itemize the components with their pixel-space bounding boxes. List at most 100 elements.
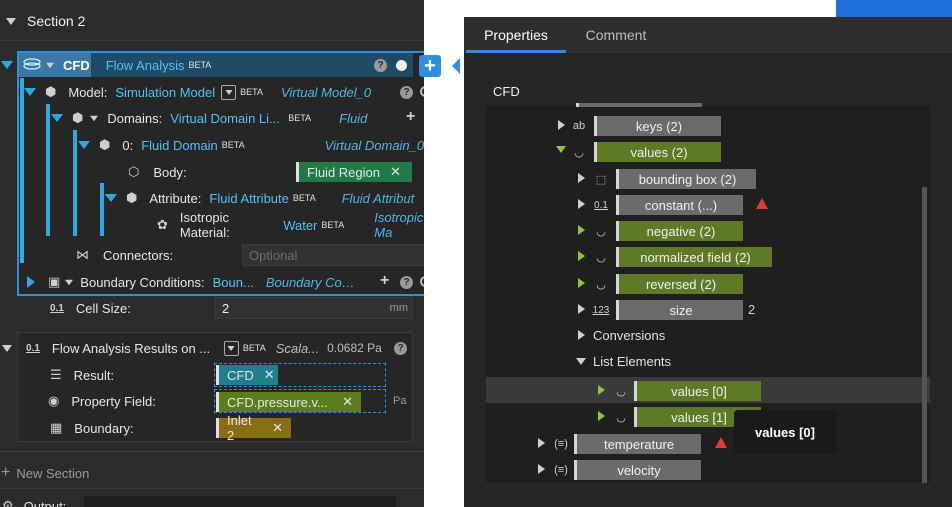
tree-item-reversed[interactable]: reversed (2)	[616, 274, 743, 294]
cell-size-input[interactable]: 2 mm	[215, 297, 413, 319]
tree-item-values[interactable]: values (2)	[594, 142, 721, 162]
attribute-label: Attribute:	[149, 190, 202, 206]
tree-item-bounding-box[interactable]: bounding box (2)	[616, 169, 756, 189]
attribute-value[interactable]: Fluid Attribute	[209, 191, 289, 206]
tree-item-temperature[interactable]: temperature	[574, 434, 701, 454]
collapse-icon[interactable]	[576, 358, 586, 365]
add-icon[interactable]: +	[380, 272, 389, 290]
item-label: size	[669, 302, 693, 318]
expand-icon[interactable]	[578, 304, 585, 314]
scrollbar[interactable]	[922, 187, 927, 483]
flow-analysis-title[interactable]: Flow Analysis	[106, 58, 185, 73]
expand-icon[interactable]	[27, 276, 35, 288]
boundary-grid-icon: ▦	[50, 420, 63, 435]
model-value[interactable]: Simulation Model	[115, 85, 215, 100]
boundary-conditions-row: ▣ Boundary Conditions: Boun... Boundary …	[0, 269, 424, 295]
divider	[0, 451, 424, 452]
tab-comment[interactable]: Comment	[568, 17, 664, 53]
expand-icon[interactable]	[598, 385, 605, 395]
results-row[interactable]: 0.1 Flow Analysis Results on ... BETA Sc…	[0, 335, 424, 361]
tab-label: Properties	[484, 27, 548, 43]
body-label: Body:	[153, 164, 187, 180]
dropdown-chevron-icon[interactable]	[221, 84, 237, 100]
pressure-chip[interactable]: CFD.pressure.v... ✕	[216, 392, 361, 412]
cfd-chip[interactable]: CFD ✕	[216, 365, 278, 385]
remove-chip-icon[interactable]: ✕	[272, 420, 283, 436]
expand-icon[interactable]	[578, 225, 585, 235]
connectors-input[interactable]: Optional	[242, 244, 424, 266]
tree-item-negative[interactable]: negative (2)	[616, 221, 743, 241]
collapse-icon[interactable]	[1, 61, 13, 69]
radio-selected-icon[interactable]	[396, 60, 407, 71]
list-type-icon: (≡)	[554, 438, 568, 450]
output-field[interactable]	[84, 496, 396, 507]
viewport-strip	[836, 0, 952, 17]
expand-icon[interactable]	[578, 173, 585, 183]
fluid-region-chip[interactable]: Fluid Region ✕	[296, 162, 412, 182]
flow-short-label: CFD	[63, 57, 90, 73]
expand-icon[interactable]	[578, 330, 585, 340]
expand-icon[interactable]	[538, 464, 545, 474]
expand-icon[interactable]	[578, 278, 585, 288]
section-header[interactable]: Section 2	[0, 8, 424, 34]
boundary-field-label: Boundary:	[74, 420, 134, 436]
output-icon: ⚙	[2, 498, 14, 507]
remove-chip-icon[interactable]: ✕	[342, 394, 353, 410]
expand-icon[interactable]	[598, 411, 605, 421]
chevron-down-icon[interactable]	[65, 279, 74, 285]
attribute-row: ⬢ Attribute: Fluid Attribute BETA Fluid …	[0, 185, 424, 211]
chevron-down-icon[interactable]	[46, 62, 54, 68]
attribute-icon: ⬢	[126, 190, 138, 205]
material-value[interactable]: Water	[283, 218, 317, 233]
domain-value[interactable]: Fluid Domain	[141, 138, 218, 153]
tab-properties[interactable]: Properties	[466, 17, 566, 53]
chip-label: Fluid Region	[307, 164, 380, 180]
expand-icon[interactable]	[578, 251, 585, 261]
dropdown-chevron-icon[interactable]	[223, 340, 239, 356]
field-type-icon: ◡	[616, 411, 626, 424]
tree-item-keys[interactable]: keys (2)	[594, 116, 721, 136]
expand-icon[interactable]	[578, 199, 585, 209]
tree-item-list-elements[interactable]: List Elements	[593, 354, 671, 369]
results-title: Flow Analysis Results on ...	[51, 340, 211, 356]
expand-icon[interactable]	[538, 438, 545, 448]
numeric-icon: 0.1	[594, 199, 608, 211]
chevron-down-icon[interactable]	[90, 115, 99, 121]
tree-item-values-0[interactable]: values [0]	[634, 381, 761, 401]
tree-item-conversions[interactable]: Conversions	[593, 328, 665, 343]
new-section-button[interactable]: + New Section	[0, 460, 200, 486]
collapse-icon[interactable]	[78, 141, 90, 149]
boundary-value[interactable]: Boun...	[213, 275, 254, 290]
flow-analysis-row[interactable]: CFD Flow Analysis BETA	[0, 52, 424, 78]
inlet-chip[interactable]: Inlet 2 ✕	[216, 413, 291, 443]
collapse-icon[interactable]	[105, 194, 117, 202]
item-label: constant (...)	[644, 197, 718, 213]
domains-value[interactable]: Virtual Domain Li...	[170, 111, 284, 126]
tree-item-size[interactable]: size	[616, 300, 743, 320]
collapse-icon[interactable]	[2, 344, 12, 352]
collapse-section-icon[interactable]	[6, 17, 16, 25]
connectors-placeholder: Optional	[249, 248, 298, 263]
help-icon[interactable]: ?	[400, 86, 413, 99]
collapse-icon[interactable]	[24, 88, 36, 96]
tree-item-normalized-field[interactable]: normalized field (2)	[616, 247, 772, 267]
collapse-icon[interactable]	[556, 146, 566, 153]
remove-chip-icon[interactable]: ✕	[264, 367, 275, 383]
model-icon: ⬢	[45, 84, 57, 99]
remove-chip-icon[interactable]: ✕	[390, 164, 401, 180]
collapse-icon[interactable]	[51, 114, 63, 122]
expand-icon[interactable]	[558, 120, 565, 130]
tree-item-velocity[interactable]: velocity	[574, 460, 701, 480]
radio-icon[interactable]	[420, 86, 424, 97]
boundary-field-row: ▦ Boundary:	[0, 415, 424, 441]
add-feature-button[interactable]: +	[419, 55, 441, 77]
help-icon[interactable]: ?	[374, 59, 387, 72]
section-title: Section 2	[27, 13, 86, 29]
tree-item-constant[interactable]: constant (...)	[616, 195, 743, 215]
radio-icon[interactable]	[420, 276, 424, 287]
add-icon[interactable]: +	[406, 108, 415, 126]
help-icon[interactable]: ?	[400, 276, 413, 289]
help-icon[interactable]: ?	[394, 342, 407, 355]
item-label: values (2)	[630, 144, 688, 160]
domains-row: ⬢ Domains: Virtual Domain Li... BETA Flu…	[0, 105, 424, 131]
